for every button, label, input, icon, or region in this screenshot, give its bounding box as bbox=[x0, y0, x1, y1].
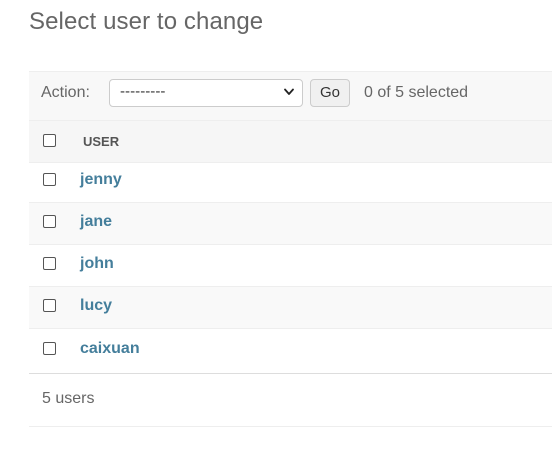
user-link[interactable]: caixuan bbox=[80, 340, 140, 358]
table-row: jane bbox=[29, 203, 552, 245]
table-row: jenny bbox=[29, 161, 552, 203]
action-select-value: --------- bbox=[120, 84, 166, 100]
row-checkbox[interactable] bbox=[43, 215, 56, 228]
table-row: john bbox=[29, 245, 552, 287]
actions-bar: Action: --------- Go 0 of 5 selected bbox=[29, 71, 552, 120]
chevron-down-icon bbox=[284, 88, 294, 95]
select-all-checkbox[interactable] bbox=[43, 134, 56, 147]
result-count: 5 users bbox=[42, 390, 95, 407]
row-checkbox[interactable] bbox=[43, 173, 56, 186]
row-checkbox[interactable] bbox=[43, 299, 56, 312]
action-label: Action: bbox=[41, 84, 90, 101]
user-link[interactable]: jane bbox=[80, 213, 112, 231]
table-row: lucy bbox=[29, 287, 552, 329]
user-link[interactable]: jenny bbox=[80, 171, 122, 189]
action-select[interactable]: --------- bbox=[109, 79, 303, 107]
user-link[interactable]: lucy bbox=[80, 297, 112, 315]
paginator: 5 users bbox=[29, 373, 552, 427]
selection-counter: 0 of 5 selected bbox=[364, 84, 469, 101]
row-checkbox[interactable] bbox=[43, 257, 56, 270]
go-button[interactable]: Go bbox=[310, 79, 350, 107]
table-header: USER bbox=[29, 120, 552, 163]
column-header-user[interactable]: USER bbox=[83, 134, 119, 149]
change-list-page: Select user to change Action: --------- … bbox=[0, 0, 552, 450]
table-row: caixuan bbox=[29, 329, 552, 370]
user-link[interactable]: john bbox=[80, 255, 114, 273]
row-checkbox[interactable] bbox=[43, 342, 56, 355]
page-title: Select user to change bbox=[29, 8, 264, 35]
